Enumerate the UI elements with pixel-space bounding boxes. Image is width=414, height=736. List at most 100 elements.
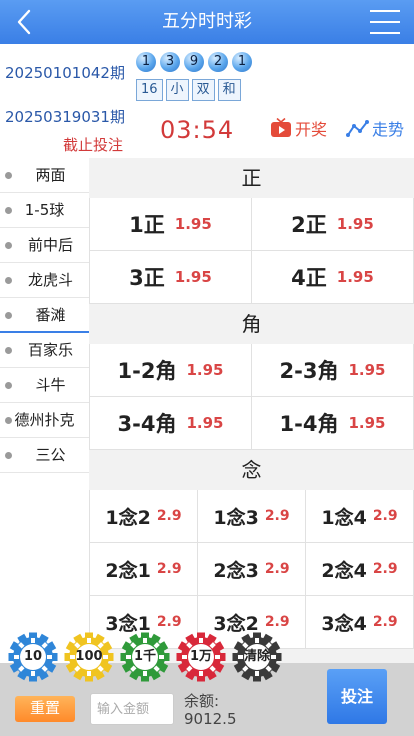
bet-option-odds: 2.9 (372, 508, 398, 524)
chip-label: 100 (75, 649, 103, 664)
bullet-dot (5, 242, 12, 249)
chip-4[interactable]: 1万 (176, 632, 226, 682)
open-results-button[interactable]: 开奖 (270, 116, 327, 140)
result-ball: 1 (232, 52, 252, 72)
bullet-dot (5, 382, 12, 389)
bet-option-name: 3-4角 (117, 412, 177, 436)
chip-3[interactable]: 1千 (120, 632, 170, 682)
tv-icon (271, 118, 291, 137)
bet-option-odds: 1.95 (186, 361, 224, 379)
sidebar-item-label: 百家乐 (27, 341, 73, 359)
bet-option-name: 2念1 (105, 559, 151, 582)
result-balls: 13921 (136, 52, 252, 72)
chip-5[interactable]: 清除 (232, 632, 282, 682)
bet-option[interactable]: 1念2 2.9 (90, 490, 197, 542)
chip-2[interactable]: 100 (64, 632, 114, 682)
bet-option[interactable]: 4正 1.95 (252, 251, 413, 303)
section-title: 角 (89, 304, 414, 344)
result-tag: 和 (217, 79, 241, 101)
bet-option[interactable]: 2念1 2.9 (90, 543, 197, 595)
bet-option[interactable]: 1-4角 1.95 (252, 397, 413, 449)
chip-label: 清除 (243, 649, 270, 664)
bet-option-name: 1正 (129, 213, 165, 237)
bet-option-odds: 1.95 (336, 215, 374, 233)
trend-button[interactable]: 走势 (346, 116, 404, 140)
bet-option[interactable]: 2-3角 1.95 (252, 344, 413, 396)
bet-option-name: 2正 (291, 213, 327, 237)
bet-option-odds: 1.95 (174, 215, 212, 233)
result-ball: 2 (208, 52, 228, 72)
bet-option-odds: 2.9 (372, 614, 398, 630)
sidebar-item[interactable]: 前中后 (0, 228, 89, 263)
bet-option-odds: 1.95 (336, 268, 374, 286)
chip-1[interactable]: 10 (8, 632, 58, 682)
open-results-label: 开奖 (295, 120, 328, 139)
bet-option-name: 1-2角 (117, 359, 177, 383)
bet-option[interactable]: 3正 1.95 (90, 251, 251, 303)
result-tags: 16 小双和 (136, 79, 241, 101)
bet-option-odds: 2.9 (264, 508, 290, 524)
trend-label: 走势 (372, 120, 405, 139)
result-ball: 1 (136, 52, 156, 72)
sidebar-item-label: 番滩 (35, 306, 66, 324)
bet-option-odds: 1.95 (186, 414, 224, 432)
current-issue-number: 20250319031期 (5, 108, 125, 126)
bet-option-name: 3念4 (321, 612, 367, 635)
sidebar-item[interactable]: 德州扑克 (0, 403, 89, 438)
bet-option-odds: 2.9 (156, 508, 182, 524)
bet-option-name: 2念3 (213, 559, 259, 582)
menu-icon[interactable] (370, 9, 400, 35)
sidebar-item-label: 前中后 (27, 236, 73, 254)
bet-option-odds: 2.9 (264, 614, 290, 630)
sidebar-item[interactable]: 斗牛 (0, 368, 89, 403)
sidebar-item-label: 三公 (35, 446, 66, 464)
countdown-timer: 03:54 (160, 116, 235, 144)
sidebar-item[interactable]: 番滩 (0, 298, 89, 333)
bet-option[interactable]: 1-2角 1.95 (90, 344, 251, 396)
result-tag: 双 (191, 79, 215, 101)
bet-option[interactable]: 2念3 2.9 (198, 543, 305, 595)
sidebar-item[interactable]: 1-5球 (0, 193, 89, 228)
balance-label: 余额: (184, 692, 220, 710)
trend-line-icon (346, 120, 369, 137)
bet-option-name: 3正 (129, 266, 165, 290)
sidebar-item-label: 两面 (35, 166, 66, 184)
bet-option-odds: 2.9 (156, 561, 182, 577)
header-bar: 五分时时彩 (0, 0, 414, 44)
sidebar-item-label: 龙虎斗 (27, 271, 73, 289)
result-ball: 3 (160, 52, 180, 72)
result-tag: 小 (165, 79, 189, 101)
bet-option-name: 1念4 (321, 506, 367, 529)
page-title: 五分时时彩 (162, 11, 252, 32)
sidebar-item-label: 德州扑克 (14, 411, 75, 429)
bet-option-name: 2-3角 (279, 359, 339, 383)
result-ball: 9 (184, 52, 204, 72)
sidebar-item[interactable]: 两面 (0, 158, 89, 193)
bullet-dot (5, 347, 12, 354)
sidebar-item[interactable]: 龙虎斗 (0, 263, 89, 298)
section-title: 正 (89, 158, 414, 198)
bet-option[interactable]: 1念4 2.9 (306, 490, 413, 542)
bet-options-panel: 正 1正 1.95 2正 1.95 3正 1.95 4正 1.95 角 1-2角 1.95 2-3角 1.… (89, 158, 414, 663)
deadline-label: 截止投注 (63, 136, 124, 154)
bet-option[interactable]: 3-4角 1.95 (90, 397, 251, 449)
bet-option[interactable]: 1念3 2.9 (198, 490, 305, 542)
place-bet-button[interactable]: 投注 (327, 669, 387, 724)
bet-option[interactable]: 1正 1.95 (90, 198, 251, 250)
bet-option[interactable]: 3念4 2.9 (306, 596, 413, 648)
bet-option[interactable]: 2念4 2.9 (306, 543, 413, 595)
bet-option-name: 1念3 (213, 506, 259, 529)
chip-label: 1万 (189, 649, 213, 664)
bet-grid: 1念2 2.9 1念3 2.9 1念4 2.9 2念1 2.9 2念3 2.9 2念4 2.9 3念1 2… (89, 490, 414, 649)
reset-button[interactable]: 重置 (15, 696, 75, 722)
bet-option-odds: 1.95 (174, 268, 212, 286)
amount-input[interactable] (90, 693, 174, 725)
bet-option[interactable]: 2正 1.95 (252, 198, 413, 250)
sidebar-item[interactable]: 百家乐 (0, 333, 89, 368)
sidebar-item[interactable]: 三公 (0, 438, 89, 473)
bet-grid: 1正 1.95 2正 1.95 3正 1.95 4正 1.95 (89, 198, 414, 304)
sidebar-item-label: 1-5球 (24, 201, 65, 219)
bullet-dot (5, 277, 12, 284)
bet-option-name: 2念4 (321, 559, 367, 582)
bet-option-odds: 1.95 (348, 361, 386, 379)
